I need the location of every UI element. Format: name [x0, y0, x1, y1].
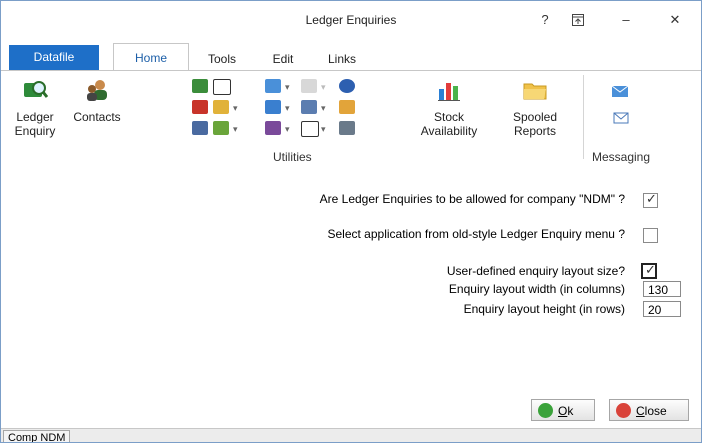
ledger-enquiry-label-2: Enquiry [14, 124, 56, 138]
allow-enquiries-label: Are Ledger Enquiries to be allowed for c… [319, 192, 625, 206]
chevron-down-icon[interactable]: ▾ [321, 124, 326, 135]
tab-links[interactable]: Links [319, 48, 365, 70]
settings-icon[interactable] [339, 121, 355, 135]
envelope-icon[interactable] [613, 111, 629, 125]
notepad-icon[interactable] [192, 121, 208, 135]
help-button[interactable]: ? [531, 9, 559, 31]
export-icon[interactable] [213, 121, 229, 135]
alarm-icon[interactable] [339, 100, 355, 114]
spooled-reports-button[interactable]: Spooled Reports [504, 77, 566, 138]
window-title: Ledger Enquiries [305, 13, 397, 27]
close-label: Close [636, 400, 667, 422]
send-mail-icon[interactable] [611, 83, 629, 99]
close-button[interactable]: Close [609, 399, 689, 421]
ledger-enquiry-label-1: Ledger [16, 110, 54, 124]
ribbon-display-icon [572, 14, 584, 26]
user-defined-size-checkbox[interactable]: ✓ [641, 262, 657, 279]
chevron-down-icon[interactable]: ▾ [233, 103, 238, 114]
contacts-label: Contacts [73, 110, 121, 124]
stock-availability-label-2: Availability [420, 124, 478, 138]
chevron-down-icon: ▾ [321, 82, 326, 92]
title-bar: Ledger Enquiries ? – ✕ [1, 1, 701, 41]
ledger-enquiry-icon [24, 81, 48, 98]
ok-label: Ok [558, 400, 573, 422]
layout-width-input[interactable]: 130 [643, 281, 681, 297]
stock-availability-icon [438, 83, 460, 101]
chevron-down-icon[interactable]: ▾ [285, 124, 290, 135]
layout-height-input[interactable]: 20 [643, 301, 681, 317]
tab-tools[interactable]: Tools [197, 48, 247, 70]
tab-home[interactable]: Home [113, 43, 189, 71]
add-record-icon[interactable] [265, 100, 281, 114]
palette-icon[interactable] [265, 121, 281, 135]
ribbon-tabs: Datafile Home Tools Edit Links [1, 43, 701, 71]
chevron-down-icon[interactable]: ▾ [285, 82, 290, 93]
messaging-group-label: Messaging [592, 150, 651, 164]
tab-datafile[interactable]: Datafile [9, 45, 99, 70]
ok-icon [538, 403, 553, 418]
chevron-down-icon[interactable]: ▾ [285, 103, 290, 114]
check-icon: ✓ [645, 262, 656, 277]
close-label-rest: lose [644, 404, 667, 418]
chevron-down-icon[interactable]: ▾ [321, 103, 326, 114]
spooled-reports-label-2: Reports [513, 124, 557, 138]
select-application-label: Select application from old-style Ledger… [327, 227, 626, 241]
list-icon[interactable] [301, 100, 317, 114]
ok-mnemonic: O [558, 404, 568, 418]
ok-label-rest: k [567, 404, 574, 418]
ok-button[interactable]: Ok [531, 399, 595, 421]
close-window-button[interactable]: ✕ [661, 9, 689, 31]
ribbon: Ledger Enquiry Contacts ▾ ▾ ▾ ▾ ▾ ▾ ▾ ▾ … [1, 70, 701, 167]
close-icon [616, 403, 631, 418]
layout-height-label: Enquiry layout height (in rows) [463, 302, 625, 316]
folder-icon [523, 83, 547, 100]
allow-enquiries-checkbox[interactable]: ✓ [643, 191, 658, 208]
status-bar: Comp NDM [1, 428, 701, 442]
globe-icon[interactable] [339, 79, 355, 93]
stock-availability-button[interactable]: Stock Availability [411, 77, 487, 138]
task-icon[interactable] [301, 121, 319, 137]
contacts-button[interactable]: Contacts [67, 77, 127, 124]
stock-availability-label-1: Stock [433, 110, 464, 124]
ledger-enquiry-button[interactable]: Ledger Enquiry [9, 77, 61, 138]
chevron-down-icon[interactable]: ▾ [233, 124, 238, 135]
layout-width-label: Enquiry layout width (in columns) [448, 282, 625, 296]
minimize-button[interactable]: – [612, 9, 640, 31]
group-divider [583, 75, 584, 159]
select-application-checkbox[interactable] [643, 228, 658, 243]
calendar-icon[interactable] [192, 100, 208, 114]
folder-move-icon[interactable] [213, 100, 229, 114]
form-area: Are Ledger Enquiries to be allowed for c… [1, 166, 701, 428]
close-mnemonic: C [636, 404, 645, 418]
calculator-icon[interactable] [192, 79, 208, 93]
company-status: Comp NDM [3, 430, 71, 442]
check-icon: ✓ [646, 191, 657, 206]
contacts-icon [87, 80, 107, 101]
spooled-reports-label-1: Spooled [512, 110, 558, 124]
user-defined-size-label: User-defined enquiry layout size? [446, 264, 625, 278]
eraser-icon [301, 79, 317, 93]
ribbon-display-button[interactable] [564, 9, 592, 31]
checklist-icon[interactable] [213, 79, 231, 95]
utilities-group-label: Utilities [273, 150, 312, 164]
ledger-enquiries-window: Ledger Enquiries ? – ✕ Datafile Home Too… [0, 0, 702, 443]
form-icon[interactable] [265, 79, 281, 93]
tab-edit[interactable]: Edit [263, 48, 303, 70]
